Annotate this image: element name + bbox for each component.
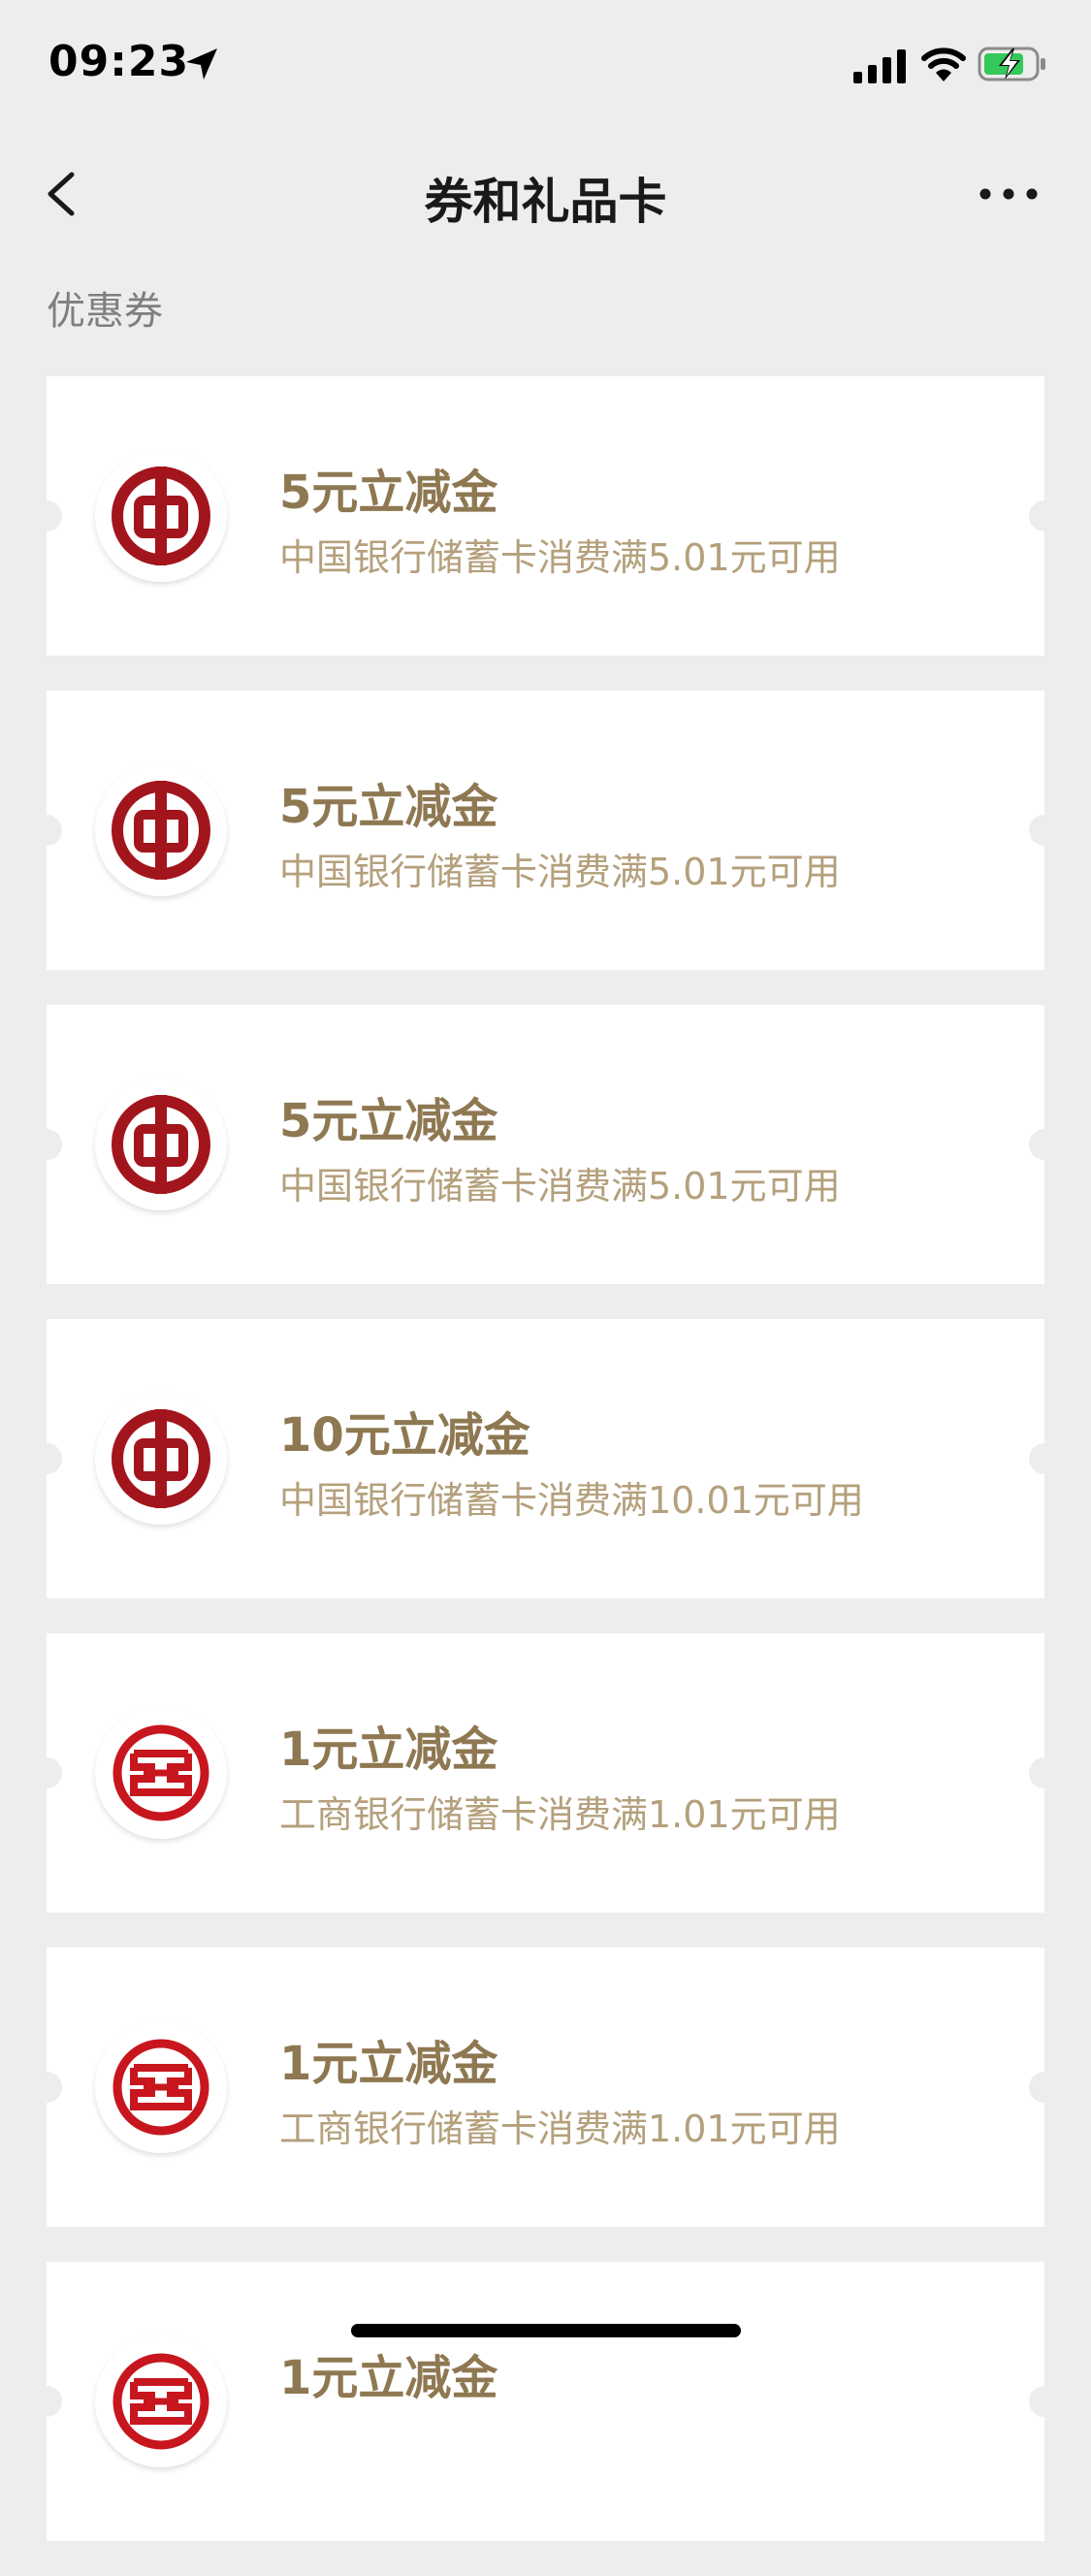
coupon-title: 1元立减金 [279,1723,498,1777]
coupon-card[interactable]: 10元立减金 中国银行储蓄卡消费满10.01元可用 [31,1319,1060,1598]
wifi-icon [921,48,966,81]
ticket-notch-left [31,815,62,846]
ticket-notch-right [1029,1129,1060,1160]
cellular-signal-icon [853,49,906,83]
navigation-bar: 券和礼品卡 [0,136,1091,250]
ticket-notch-left [31,2386,62,2417]
coupon-card[interactable]: 1元立减金 工商银行储蓄卡消费满1.01元可用 [31,1633,1060,1913]
more-options-button[interactable] [970,171,1047,217]
coupon-condition: 工商银行储蓄卡消费满1.01元可用 [279,1793,841,1836]
ticket-notch-right [1029,1443,1060,1474]
coupon-condition: 中国银行储蓄卡消费满5.01元可用 [279,1165,841,1208]
ticket-notch-left [31,500,62,531]
icbc-logo [95,2335,227,2467]
coupon-condition: 中国银行储蓄卡消费满10.01元可用 [279,1479,864,1522]
coupon-card[interactable]: 5元立减金 中国银行储蓄卡消费满5.01元可用 [31,376,1060,656]
status-time: 09:23 [48,37,190,86]
coupon-card[interactable]: 5元立减金 中国银行储蓄卡消费满5.01元可用 [31,1005,1060,1284]
coupon-condition: 中国银行储蓄卡消费满5.01元可用 [279,536,841,579]
coupon-condition: 中国银行储蓄卡消费满5.01元可用 [279,851,841,893]
boc-logo [95,1079,227,1210]
coupon-title: 1元立减金 [279,2351,498,2405]
ticket-notch-right [1029,2072,1060,2103]
coupon-title: 5元立减金 [279,780,498,834]
ticket-notch-right [1029,815,1060,846]
ticket-notch-left [31,1757,62,1788]
page-title: 券和礼品卡 [424,174,667,230]
boc-logo [95,1393,227,1525]
ticket-notch-right [1029,2386,1060,2417]
coupon-title: 5元立减金 [279,466,498,520]
boc-logo [95,450,227,582]
coupon-card[interactable]: 1元立减金 [31,2262,1060,2541]
location-arrow-icon [186,48,217,80]
coupon-condition: 工商银行储蓄卡消费满1.01元可用 [279,2108,841,2150]
coupon-card[interactable]: 5元立减金 中国银行储蓄卡消费满5.01元可用 [31,691,1060,970]
coupon-list: 5元立减金 中国银行储蓄卡消费满5.01元可用 5元立减金 中国银行储蓄卡消费满… [31,376,1060,2576]
ticket-notch-left [31,1129,62,1160]
coupon-card[interactable]: 1元立减金 工商银行储蓄卡消费满1.01元可用 [31,1948,1060,2227]
coupon-title: 10元立减金 [279,1408,530,1463]
home-indicator[interactable] [351,2324,741,2337]
battery-charging-icon [978,47,1045,81]
ticket-notch-right [1029,500,1060,531]
status-bar: 09:23 [0,0,1091,128]
coupon-title: 5元立减金 [279,1094,498,1148]
icbc-logo [95,2021,227,2153]
ticket-notch-left [31,2072,62,2103]
coupon-title: 1元立减金 [279,2037,498,2091]
icbc-logo [95,1707,227,1839]
ticket-notch-left [31,1443,62,1474]
boc-logo [95,764,227,896]
section-label-coupons: 优惠券 [47,289,163,334]
ticket-notch-right [1029,1757,1060,1788]
